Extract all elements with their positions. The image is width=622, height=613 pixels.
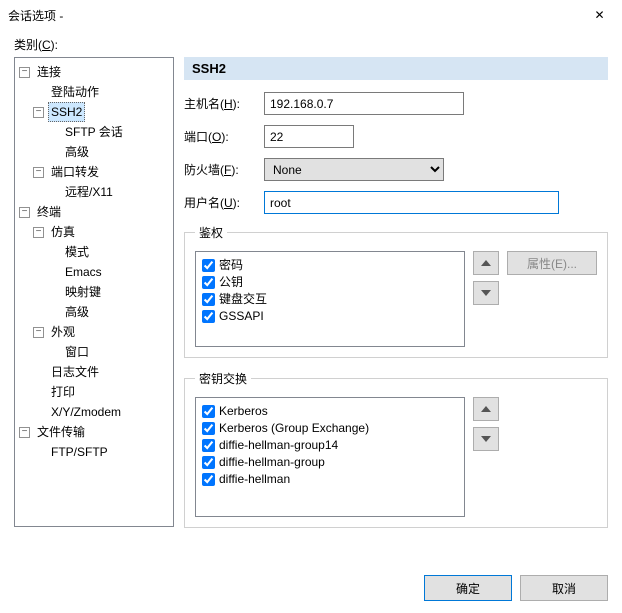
kex-item[interactable]: Kerberos (Group Exchange) [202,420,458,437]
collapse-icon[interactable]: − [19,207,30,218]
tree-item-logon[interactable]: 登陆动作 [33,82,171,102]
tree-item-emulation[interactable]: −仿真 [33,222,171,242]
auth-item[interactable]: 公钥 [202,274,458,291]
port-label: 端口(O): [184,128,264,145]
kex-item[interactable]: diffie-hellman [202,471,458,488]
auth-checkbox[interactable] [202,276,215,289]
tree-item-remote-x11[interactable]: 远程/X11 [47,182,171,202]
close-button[interactable]: ✕ [577,0,622,30]
tree-item-mapped-keys[interactable]: 映射键 [47,282,171,302]
tree-item-emacs[interactable]: Emacs [47,262,171,282]
kex-item[interactable]: diffie-hellman-group [202,454,458,471]
tree-item-modes[interactable]: 模式 [47,242,171,262]
auth-item[interactable]: GSSAPI [202,308,458,325]
collapse-icon[interactable]: − [33,327,44,338]
auth-legend: 鉴权 [195,224,227,241]
auth-item[interactable]: 键盘交互 [202,291,458,308]
chevron-up-icon [481,260,491,266]
tree-item-file-transfer[interactable]: −文件传输 [19,422,171,442]
title-bar: 会话选项 - ✕ [0,0,622,30]
username-label: 用户名(U): [184,194,264,211]
auth-checkbox[interactable] [202,293,215,306]
kex-checkbox[interactable] [202,422,215,435]
category-tree[interactable]: −连接 登陆动作 −SSH2 SFTP 会话 高级 −端口转发 远程 [14,57,174,527]
tree-item-ssh2[interactable]: −SSH2 [33,102,171,122]
port-input[interactable] [264,125,354,148]
kex-group: 密钥交换 Kerberos Kerberos (Group Exchange) … [184,370,608,528]
kex-move-up-button[interactable] [473,397,499,421]
auth-checkbox[interactable] [202,310,215,323]
auth-group: 鉴权 密码 公钥 键盘交互 GSSAPI 属性(E)... [184,224,608,358]
chevron-down-icon [481,436,491,442]
auth-list[interactable]: 密码 公钥 键盘交互 GSSAPI [195,251,465,347]
kex-checkbox[interactable] [202,473,215,486]
section-header: SSH2 [184,57,608,80]
tree-item-print[interactable]: 打印 [33,382,171,402]
auth-properties-button[interactable]: 属性(E)... [507,251,597,275]
main-panel: SSH2 主机名(H): 端口(O): 防火墙(F): None 用户名(U):… [184,57,608,540]
tree-item-logfile[interactable]: 日志文件 [33,362,171,382]
tree-item-connection[interactable]: −连接 [19,62,171,82]
tree-item-window[interactable]: 窗口 [47,342,171,362]
ok-button[interactable]: 确定 [424,575,512,601]
collapse-icon[interactable]: − [33,227,44,238]
collapse-icon[interactable]: − [19,427,30,438]
kex-list[interactable]: Kerberos Kerberos (Group Exchange) diffi… [195,397,465,517]
tree-item-appearance[interactable]: −外观 [33,322,171,342]
category-label: 类别(C): [14,36,608,53]
window-title: 会话选项 - [8,7,577,24]
username-input[interactable] [264,191,559,214]
chevron-up-icon [481,406,491,412]
auth-move-up-button[interactable] [473,251,499,275]
chevron-down-icon [481,290,491,296]
tree-item-advanced[interactable]: 高级 [47,142,171,162]
tree-item-xyzmodem[interactable]: X/Y/Zmodem [33,402,171,422]
tree-item-sftp-session[interactable]: SFTP 会话 [47,122,171,142]
auth-item[interactable]: 密码 [202,257,458,274]
kex-item[interactable]: Kerberos [202,403,458,420]
collapse-icon[interactable]: − [33,167,44,178]
kex-move-down-button[interactable] [473,427,499,451]
kex-item[interactable]: diffie-hellman-group14 [202,437,458,454]
auth-checkbox[interactable] [202,259,215,272]
firewall-select[interactable]: None [264,158,444,181]
collapse-icon[interactable]: − [19,67,30,78]
hostname-input[interactable] [264,92,464,115]
tree-item-advanced2[interactable]: 高级 [47,302,171,322]
tree-item-ftp-sftp[interactable]: FTP/SFTP [33,442,171,462]
collapse-icon[interactable]: − [33,107,44,118]
kex-checkbox[interactable] [202,439,215,452]
tree-item-port-forward[interactable]: −端口转发 [33,162,171,182]
hostname-label: 主机名(H): [184,95,264,112]
cancel-button[interactable]: 取消 [520,575,608,601]
firewall-label: 防火墙(F): [184,161,264,178]
tree-item-terminal[interactable]: −终端 [19,202,171,222]
close-icon: ✕ [594,8,604,22]
kex-checkbox[interactable] [202,405,215,418]
kex-legend: 密钥交换 [195,370,251,387]
auth-move-down-button[interactable] [473,281,499,305]
kex-checkbox[interactable] [202,456,215,469]
